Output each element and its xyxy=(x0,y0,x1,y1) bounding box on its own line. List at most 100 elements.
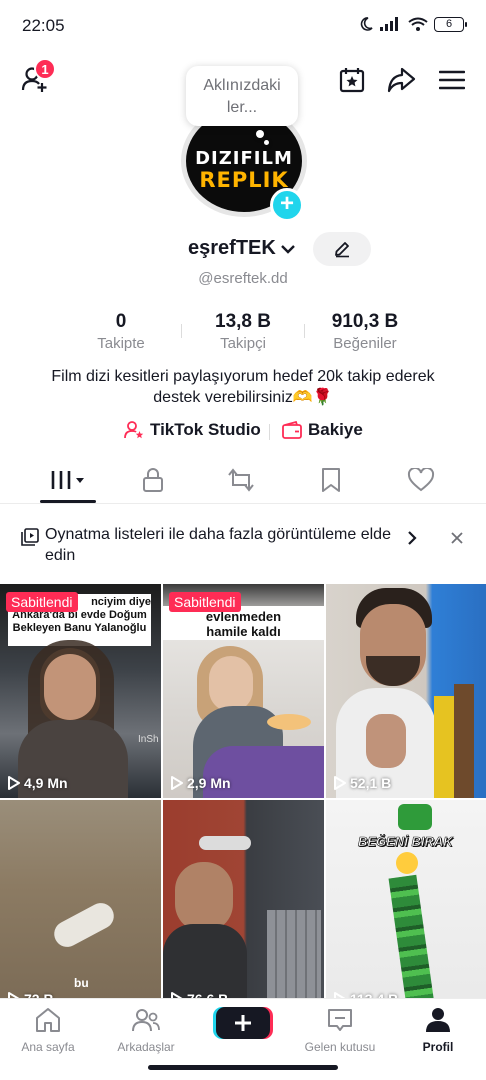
hamburger-menu-icon xyxy=(439,70,465,90)
emoji-face-icon xyxy=(396,852,418,874)
chevron-right-icon[interactable] xyxy=(406,530,418,546)
view-count: 52,1 B xyxy=(334,775,391,791)
divider xyxy=(269,424,270,440)
view-count-text: 52,1 B xyxy=(350,775,392,791)
video-tile[interactable]: nciyim diye Ankara'da bi evde Doğum Bekl… xyxy=(0,584,161,798)
video-thumbnail-pencils xyxy=(267,910,321,1000)
playlist-banner[interactable]: Oynatma listeleri ile daha fazla görüntü… xyxy=(0,512,486,576)
note-bubble-dot xyxy=(256,130,264,138)
video-caption-main: Ankara'da bi evde Doğum Bekleyen Banu Ya… xyxy=(12,609,147,634)
tiktok-studio-link[interactable]: TikTok Studio xyxy=(124,420,261,440)
battery-icon: 6 xyxy=(434,16,467,32)
stat-followers[interactable]: 13,8 B Takipçi xyxy=(182,310,304,356)
studio-person-icon xyxy=(124,421,144,439)
video-thumbnail-face xyxy=(209,656,253,712)
video-thumbnail-wood-object xyxy=(454,684,474,798)
view-count-text: 2,9 Mn xyxy=(187,775,231,791)
video-tile[interactable]: BEĞENİ BIRAK 113,4 B xyxy=(326,800,486,1000)
nav-profile[interactable]: Profil xyxy=(390,1007,486,1054)
status-time: 22:05 xyxy=(22,16,65,35)
stat-label: Beğeniler xyxy=(333,335,397,352)
note-bubble[interactable]: Aklınızdaki ler... xyxy=(186,66,298,126)
nav-inbox[interactable]: Gelen kutusu xyxy=(292,1007,388,1054)
add-story-button[interactable]: + xyxy=(270,188,304,222)
content-tabs xyxy=(0,456,486,504)
edit-profile-button[interactable] xyxy=(313,232,371,266)
calendar-star-icon xyxy=(339,68,365,93)
video-thumbnail-face xyxy=(175,862,233,932)
video-watermark: InSh xyxy=(138,734,159,745)
video-tile[interactable]: 52,1 B xyxy=(326,584,486,798)
creator-links: TikTok Studio Bakiye xyxy=(0,420,486,444)
stat-following[interactable]: 0 Takipte xyxy=(60,310,182,356)
divider xyxy=(304,324,305,338)
video-caption-text: evlenmeden hamile kaldı xyxy=(205,609,282,639)
video-caption-text: bu xyxy=(74,976,89,990)
stat-value: 13,8 B xyxy=(215,311,271,332)
profile-icon xyxy=(426,1008,450,1032)
playlist-icon xyxy=(21,528,39,546)
chevron-down-icon xyxy=(281,244,296,254)
user-handle: @esreftek.dd xyxy=(198,270,288,287)
profile-bio: Film dizi kesitleri paylaşıyorum hedef 2… xyxy=(51,368,435,406)
stat-likes[interactable]: 910,3 B Beğeniler xyxy=(304,310,426,356)
notification-badge: 1 xyxy=(34,58,56,80)
tab-liked[interactable] xyxy=(390,456,452,504)
view-count-text: 4,9 Mn xyxy=(24,775,68,791)
view-count: 2,9 Mn xyxy=(171,775,231,791)
friends-icon xyxy=(132,1009,160,1032)
avatar-logo-text-1: DIZIFILM xyxy=(195,148,293,169)
video-tile[interactable]: 76,6 B xyxy=(163,800,324,1000)
share-button[interactable] xyxy=(385,64,417,96)
videos-grid-icon xyxy=(51,471,84,489)
close-icon[interactable] xyxy=(450,531,464,545)
heart-icon xyxy=(407,468,435,492)
moon-icon xyxy=(360,17,373,31)
video-tile[interactable]: bu 72 B xyxy=(0,800,161,1000)
menu-button[interactable] xyxy=(436,64,468,96)
stat-label: Takipte xyxy=(97,335,145,352)
video-tile[interactable]: evlenmeden hamile kaldı Sabitlendi 2,9 M… xyxy=(163,584,324,798)
tab-videos[interactable] xyxy=(38,456,100,504)
stat-label: Takipçi xyxy=(220,335,266,352)
nav-label: Ana sayfa xyxy=(21,1040,75,1054)
name-row: eşrefTEK xyxy=(0,232,486,266)
video-thumbnail-object xyxy=(49,898,119,952)
video-thumbnail-hands xyxy=(366,714,406,768)
bookmark-icon xyxy=(322,468,340,492)
nav-home[interactable]: Ana sayfa xyxy=(0,1007,96,1054)
wallet-icon xyxy=(282,421,302,439)
active-tab-indicator xyxy=(40,500,96,503)
battery-level: 6 xyxy=(445,17,453,30)
create-button[interactable] xyxy=(216,1007,270,1039)
play-icon xyxy=(334,776,346,790)
video-thumbnail-pen-top xyxy=(398,804,432,830)
tab-private[interactable] xyxy=(122,456,184,504)
share-arrow-icon xyxy=(387,67,416,93)
video-thumbnail-plate xyxy=(267,714,311,730)
video-caption-text: BEĞENİ BIRAK xyxy=(358,834,453,850)
video-thumbnail-pipe xyxy=(199,836,251,850)
video-thumbnail-pen xyxy=(388,874,436,1000)
balance-label: Bakiye xyxy=(308,420,363,439)
repost-icon xyxy=(228,468,254,492)
signal-icon xyxy=(380,17,398,31)
play-icon xyxy=(171,776,183,790)
banner-text: Oynatma listeleri ile daha fazla görüntü… xyxy=(45,526,391,564)
nav-label: Profil xyxy=(422,1040,454,1054)
nav-label: Gelen kutusu xyxy=(304,1040,376,1054)
home-icon xyxy=(36,1008,60,1032)
balance-link[interactable]: Bakiye xyxy=(282,420,363,440)
calendar-button[interactable] xyxy=(336,64,368,96)
status-icons: 6 xyxy=(358,16,467,32)
divider xyxy=(181,324,182,338)
status-bar: 22:05 6 xyxy=(0,0,486,50)
tiktok-studio-label: TikTok Studio xyxy=(150,420,261,439)
video-grid: nciyim diye Ankara'da bi evde Doğum Bekl… xyxy=(0,584,486,1000)
play-icon xyxy=(8,776,20,790)
tab-reposts[interactable] xyxy=(210,456,272,504)
pinned-badge: Sabitlendi xyxy=(169,592,241,612)
username[interactable]: eşrefTEK xyxy=(188,237,296,260)
nav-friends[interactable]: Arkadaşlar xyxy=(98,1007,194,1054)
tab-saved[interactable] xyxy=(300,456,362,504)
